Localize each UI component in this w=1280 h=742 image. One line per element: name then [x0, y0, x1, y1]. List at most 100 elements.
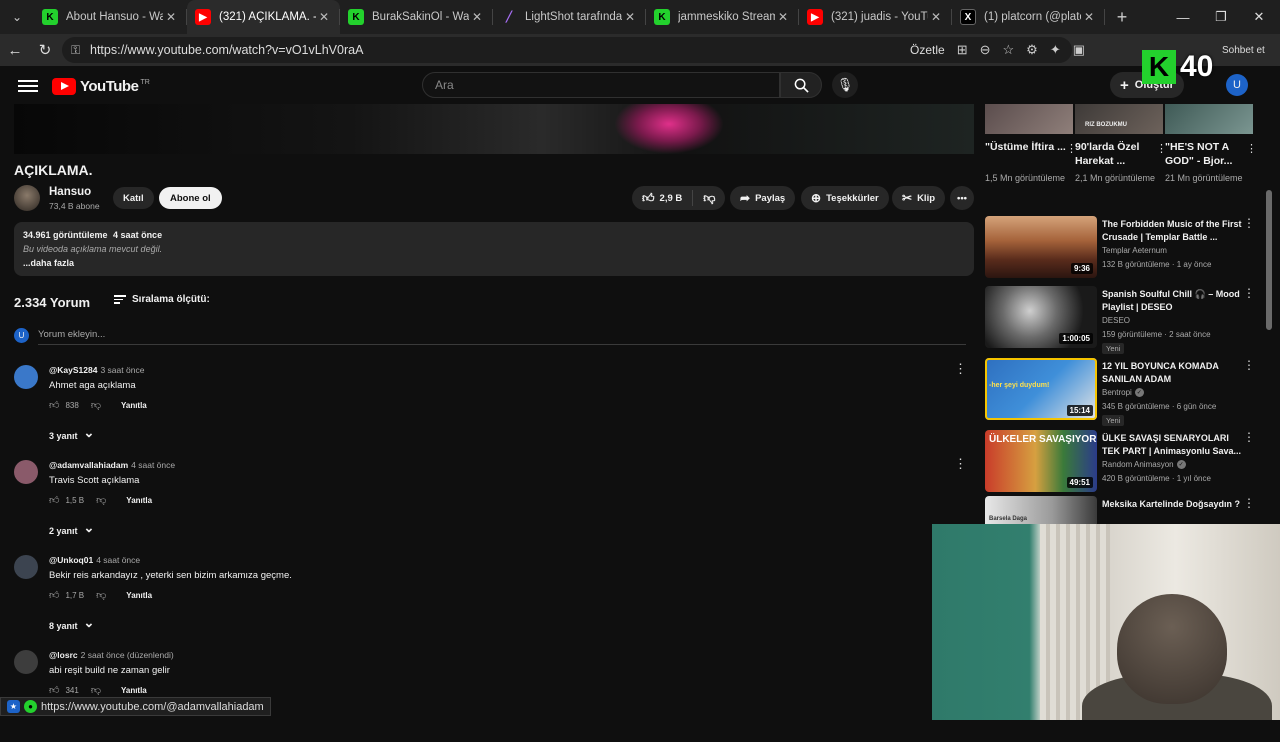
comment-dislike-button[interactable]: 👎︎ [91, 399, 101, 411]
description-box[interactable]: 34.961 görüntüleme 4 saat önce Bu videod… [14, 222, 974, 276]
like-dislike-group: 👍︎ 2,9 B 👎︎ [632, 186, 726, 210]
recommendation-thumbnail[interactable]: -her şeyi duydum! 15:14 [985, 358, 1097, 420]
recommendation-channel[interactable]: Templar Aeternum [1102, 246, 1167, 255]
comment-avatar[interactable] [14, 460, 38, 484]
favorite-star-icon[interactable]: ☆ [1003, 42, 1015, 58]
copilot-icon[interactable]: ✦ [1050, 42, 1061, 58]
youtube-logo[interactable]: YouTube TR [52, 78, 150, 95]
comment-like-button[interactable]: 👍︎ 1,7 B [49, 589, 84, 601]
site-info-icon[interactable]: ⚿ [71, 43, 80, 58]
top-card-thumbnail[interactable]: RIZ BOZUKMU [1075, 104, 1163, 134]
reload-button[interactable]: ↻ [30, 35, 60, 65]
video-player[interactable] [14, 104, 974, 154]
tab-close-icon[interactable]: ✕ [928, 10, 944, 24]
browser-tab[interactable]: ╱ LightShot tarafından Ek✕ [493, 0, 646, 34]
tab-close-icon[interactable]: ✕ [775, 10, 791, 24]
more-vertical-icon[interactable]: ⋮ [1243, 430, 1255, 444]
tab-close-icon[interactable]: ✕ [622, 10, 638, 24]
comment-reply-button[interactable]: Yanıtla [126, 496, 152, 505]
channel-name[interactable]: Hansuo [49, 186, 91, 198]
browser-tab[interactable]: ▶ (321) AÇIKLAMA. - YouT✕ [187, 0, 340, 34]
more-vertical-icon[interactable]: ⋮ [1243, 286, 1255, 300]
tab-list-chevron-icon[interactable]: ⌄ [0, 0, 34, 34]
sidebar-top-card[interactable]: RIZ BOZUKMU 90'larda Özel Harekat ... 2,1 … [1075, 104, 1167, 185]
recommendation-item[interactable]: ÜLKELER SAVAŞIYOR 49:51 ÜLKE SAVAŞI SENARY… [985, 430, 1255, 492]
more-vertical-icon[interactable]: ⋮ [1243, 496, 1255, 510]
show-replies-button[interactable]: 8 yanıt ⌄ [49, 615, 94, 631]
hamburger-menu-icon[interactable] [18, 77, 38, 93]
top-card-thumbnail[interactable] [985, 104, 1073, 134]
comment-avatar[interactable] [14, 555, 38, 579]
comment-like-button[interactable]: 👍︎ 341 [49, 684, 79, 696]
comment-like-button[interactable]: 👍︎ 1,5 B [49, 494, 84, 506]
comment-author[interactable]: @losrc [49, 650, 78, 660]
sidebar-top-card[interactable]: "Üstüme İftira ... 1,5 Mn görüntüleme ⋮ [985, 104, 1077, 185]
more-vertical-icon[interactable]: ⋮ [1246, 142, 1257, 155]
comment-more-vertical-icon[interactable]: ⋮ [954, 361, 967, 377]
comment-like-button[interactable]: 👍︎ 838 [49, 399, 79, 411]
comment-avatar[interactable] [14, 650, 38, 674]
voice-search-mic-icon[interactable]: 🎙 [832, 72, 858, 98]
top-card-thumbnail[interactable] [1165, 104, 1253, 134]
search-button[interactable] [780, 72, 822, 98]
comment-reply-button[interactable]: Yanıtla [121, 401, 147, 410]
browser-tab[interactable]: K BurakSakinOl - Watch c✕ [340, 0, 493, 34]
dislike-button[interactable]: 👎︎ [693, 191, 725, 206]
show-replies-button[interactable]: 3 yanıt ⌄ [49, 425, 94, 441]
collections-icon[interactable]: ▣ [1073, 42, 1085, 58]
comment-more-vertical-icon[interactable]: ⋮ [954, 456, 967, 472]
subscribe-button[interactable]: Abone ol [159, 187, 222, 209]
browser-tab[interactable]: X (1) platcorn (@platcorn✕ [952, 0, 1105, 34]
browser-tab[interactable]: ▶ (321) juadis - YouTube✕ [799, 0, 952, 34]
more-vertical-icon[interactable]: ⋮ [1243, 216, 1255, 230]
comment-author[interactable]: @Unkoq01 [49, 555, 93, 565]
comment-avatar[interactable] [14, 365, 38, 389]
sort-button[interactable]: Sıralama ölçütü: [114, 293, 210, 306]
recommendation-item[interactable]: -her şeyi duydum! 15:14 12 YIL BOYUNCA KOM… [985, 358, 1255, 426]
comment-author[interactable]: @KayS1284 [49, 365, 97, 375]
comment-dislike-button[interactable]: 👎︎ [96, 494, 106, 506]
comment-reply-button[interactable]: Yanıtla [121, 686, 147, 695]
browser-tab[interactable]: K About Hansuo - Watch✕ [34, 0, 187, 34]
clip-button[interactable]: ✂ Klip [892, 186, 946, 210]
chat-button[interactable]: Sohbet et [1222, 45, 1265, 56]
recommendation-thumbnail[interactable]: 1:00:05 [985, 286, 1097, 348]
comment-dislike-button[interactable]: 👎︎ [91, 684, 101, 696]
zoom-icon[interactable]: ⊖ [980, 42, 991, 58]
comment-reply-button[interactable]: Yanıtla [126, 591, 152, 600]
tab-close-icon[interactable]: ✕ [469, 10, 485, 24]
add-comment-input[interactable]: Yorum ekleyin... [38, 329, 105, 340]
recommendation-channel[interactable]: Random Animasyon ✓ [1102, 460, 1186, 469]
summarize-label[interactable]: Özetle [910, 43, 945, 57]
apps-icon[interactable]: ⊞ [957, 42, 968, 58]
comment-dislike-button[interactable]: 👎︎ [96, 589, 106, 601]
recommendation-item[interactable]: 1:00:05 Spanish Soulful Chill 🎧 – Mood Pl… [985, 286, 1255, 354]
new-tab-button[interactable]: + [1105, 0, 1139, 34]
back-button[interactable]: ← [0, 35, 30, 65]
sidebar-scrollbar[interactable] [1266, 190, 1272, 330]
more-vertical-icon[interactable]: ⋮ [1243, 358, 1255, 372]
show-replies-button[interactable]: 2 yanıt ⌄ [49, 520, 94, 536]
recommendation-channel[interactable]: Bentropi ✓ [1102, 388, 1144, 397]
like-button[interactable]: 👍︎ 2,9 B [642, 190, 694, 206]
join-button[interactable]: Katıl [113, 187, 154, 209]
account-avatar[interactable]: U [1226, 74, 1248, 96]
recommendation-item[interactable]: 9:36 The Forbidden Music of the First Cru… [985, 216, 1255, 278]
browser-tab[interactable]: Kjammeskiko Stream - W✕ [646, 0, 799, 34]
sidebar-top-card[interactable]: "HE'S NOT A GOD" - Bjor... 21 Mn görüntül… [1165, 104, 1257, 185]
channel-avatar[interactable] [14, 185, 40, 211]
search-input[interactable]: Ara [422, 72, 780, 98]
recommendation-channel[interactable]: DESEO [1102, 316, 1130, 325]
close-window-button[interactable]: ✕ [1236, 0, 1280, 34]
more-actions-button[interactable]: ••• [950, 186, 974, 210]
tab-close-icon[interactable]: ✕ [163, 10, 179, 24]
extensions-icon[interactable]: ⚙ [1026, 42, 1038, 58]
recommendation-thumbnail[interactable]: 9:36 [985, 216, 1097, 278]
recommendation-thumbnail[interactable]: ÜLKELER SAVAŞIYOR 49:51 [985, 430, 1097, 492]
thanks-button[interactable]: ⊕ Teşekkürler [801, 186, 889, 210]
tab-close-icon[interactable]: ✕ [316, 10, 332, 24]
comment-author[interactable]: @adamvallahiadam [49, 460, 128, 470]
tab-close-icon[interactable]: ✕ [1081, 10, 1097, 24]
show-more-link[interactable]: ...daha fazla [23, 258, 965, 268]
share-button[interactable]: ➦ Paylaş [730, 186, 796, 210]
